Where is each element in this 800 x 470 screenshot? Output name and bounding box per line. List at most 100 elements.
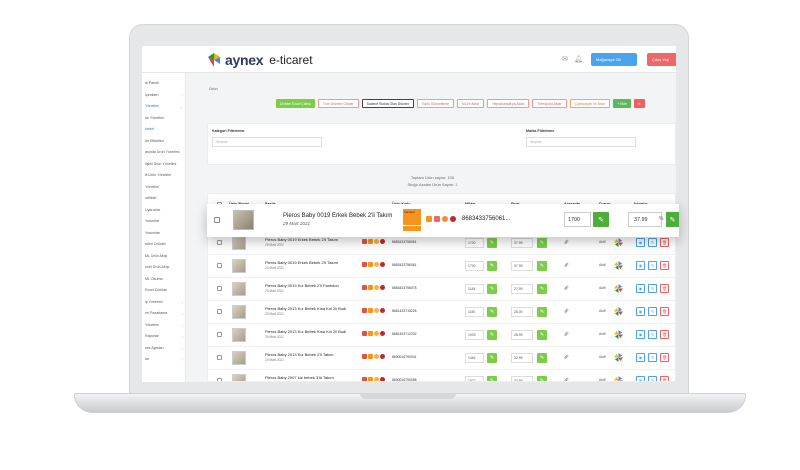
pinwheel-icon[interactable] bbox=[614, 261, 623, 270]
save-price-button[interactable]: ✎ bbox=[537, 238, 547, 248]
sidebar-item[interactable]: İçerikleri › bbox=[145, 93, 185, 98]
toolbar-button[interactable]: Hepsiburada'ya Aktar bbox=[487, 99, 530, 108]
price-input[interactable]: 33.99 bbox=[511, 376, 533, 381]
highlighted-product-row[interactable]: Pieros Baby 0019 Erkek Bebek 2'li Takım … bbox=[207, 204, 679, 237]
sidebar-item[interactable]: asında Ürün Yönetimi bbox=[145, 150, 185, 154]
sidebar-item[interactable]: Yönetimi ⌄ bbox=[145, 104, 185, 109]
save-price-button[interactable]: ✎ bbox=[537, 261, 547, 271]
store-button[interactable]: Mağazaya Git bbox=[591, 53, 637, 66]
edit-button[interactable]: ✎ bbox=[648, 330, 657, 339]
edit-button[interactable]: ✎ bbox=[648, 284, 657, 293]
view-button[interactable]: ◉ bbox=[636, 353, 645, 362]
sidebar-item[interactable]: Yönetimi › bbox=[145, 323, 185, 328]
quantity-input[interactable]: 1577 bbox=[465, 376, 484, 381]
price-input[interactable]: 37.99 bbox=[628, 212, 662, 227]
sidebar-item[interactable]: Uyarıcılar bbox=[145, 208, 185, 212]
save-price-button[interactable]: ✎ bbox=[537, 353, 547, 363]
toolbar-button[interactable]: Trendyol'a Aktar bbox=[532, 99, 567, 108]
toolbar-button[interactable]: + Ekle bbox=[613, 99, 631, 108]
save-quantity-button[interactable]: ✎ bbox=[487, 353, 497, 363]
price-input[interactable]: 37.99 bbox=[511, 261, 533, 271]
sidebar-item[interactable]: ortlikler bbox=[145, 196, 185, 200]
sidebar-item[interactable]: iş Yönetimi › bbox=[145, 300, 185, 305]
quantity-input[interactable]: 1700 bbox=[564, 212, 591, 227]
save-quantity-button[interactable]: ✎ bbox=[487, 284, 497, 294]
sidebar-item[interactable]: Excel Çıktıları bbox=[145, 288, 185, 292]
sidebar-item[interactable]: Raporlar › bbox=[145, 334, 185, 339]
mail-icon[interactable]: ✉ bbox=[562, 55, 568, 63]
brand-filter-select[interactable]: Seçiniz bbox=[526, 137, 636, 147]
link-icon[interactable]: 🔗︎ bbox=[564, 332, 569, 336]
row-checkbox[interactable] bbox=[217, 332, 222, 337]
exit-button[interactable]: Çıkış Yap bbox=[647, 53, 676, 66]
save-price-button[interactable]: ✎ bbox=[537, 284, 547, 294]
link-icon[interactable]: 🔗︎ bbox=[564, 378, 569, 381]
row-checkbox[interactable] bbox=[217, 286, 222, 291]
link-icon[interactable]: 🔗︎ bbox=[564, 309, 569, 313]
link-icon[interactable]: 🔗︎ bbox=[564, 286, 569, 290]
row-checkbox[interactable] bbox=[217, 240, 222, 245]
price-input[interactable]: 27.99 bbox=[511, 284, 533, 294]
sidebar-item[interactable]: al Paneli bbox=[145, 81, 185, 85]
save-quantity-button[interactable]: ✎ bbox=[487, 261, 497, 271]
sidebar-item[interactable]: Yorumlar bbox=[145, 219, 185, 223]
quantity-input[interactable]: 1003 bbox=[465, 330, 484, 340]
view-button[interactable]: ◉ bbox=[636, 330, 645, 339]
save-quantity-button[interactable]: ✎ bbox=[487, 238, 497, 248]
toolbar-button[interactable]: Tüm Ürünleri Göster bbox=[317, 99, 359, 108]
view-button[interactable]: ◉ bbox=[636, 261, 645, 270]
sidebar-item[interactable]: lişkili Ürün Yönetimi bbox=[145, 162, 185, 166]
view-button[interactable]: ◉ bbox=[636, 284, 645, 293]
toolbar-button[interactable]: Toplu Güncelleme bbox=[416, 99, 454, 108]
pinwheel-icon[interactable] bbox=[614, 238, 623, 247]
sidebar-item[interactable]: Yönetimi bbox=[145, 185, 185, 189]
delete-button[interactable]: 🗑︎ bbox=[660, 376, 669, 381]
edit-button[interactable]: ✎ bbox=[648, 261, 657, 270]
price-input[interactable]: 28.00 bbox=[511, 307, 533, 317]
row-checkbox[interactable] bbox=[214, 217, 220, 223]
table-row[interactable]: Pieros Baby 2013 Kız Bebek Kısa Kol 2li … bbox=[208, 323, 675, 346]
save-price-button[interactable]: ✎ bbox=[666, 212, 679, 227]
delete-button[interactable]: 🗑︎ bbox=[660, 261, 669, 270]
save-price-button[interactable]: ✎ bbox=[537, 330, 547, 340]
row-checkbox[interactable] bbox=[217, 355, 222, 360]
toolbar-button[interactable]: Ürünler Excel Çıktısı bbox=[276, 99, 315, 108]
save-quantity-button[interactable]: ✎ bbox=[487, 307, 497, 317]
sidebar-item[interactable]: lar › bbox=[145, 357, 185, 362]
bell-icon[interactable]: 🔔︎ bbox=[574, 55, 583, 63]
table-row[interactable]: Pieros Baby 2007 kız bebek 3'lü Takım 19… bbox=[208, 369, 675, 381]
toolbar-button[interactable]: ✕ bbox=[633, 99, 645, 108]
view-button[interactable]: ◉ bbox=[636, 376, 645, 381]
link-icon[interactable]: 🔗︎ bbox=[564, 355, 569, 359]
logo[interactable]: aynex e-ticaret bbox=[206, 51, 313, 69]
save-price-button[interactable]: ✎ bbox=[537, 376, 547, 381]
view-button[interactable]: ◉ bbox=[636, 238, 645, 247]
pinwheel-icon[interactable] bbox=[614, 307, 623, 316]
edit-button[interactable]: ✎ bbox=[648, 307, 657, 316]
delete-button[interactable]: 🗑︎ bbox=[660, 353, 669, 362]
toolbar-button[interactable]: Çiçeksepeti'ne Aktar bbox=[569, 99, 611, 108]
sidebar-item[interactable]: rülen Ürünler bbox=[145, 242, 185, 246]
table-row[interactable]: Pieros Baby 0019 Erkek Bebek 2'li Takım … bbox=[208, 254, 675, 277]
pinwheel-icon[interactable] bbox=[614, 284, 623, 293]
save-quantity-button[interactable]: ✎ bbox=[487, 376, 497, 381]
edit-button[interactable]: ✎ bbox=[648, 353, 657, 362]
delete-button[interactable]: 🗑︎ bbox=[660, 330, 669, 339]
quantity-input[interactable]: 1700 bbox=[465, 261, 484, 271]
link-icon[interactable]: 🔗︎ bbox=[564, 263, 569, 267]
table-row[interactable]: Pieros Baby 0019 Kız Bebek 2'li Pantolon… bbox=[208, 277, 675, 300]
table-row[interactable]: Pieros Baby 2013 Kız Bebek 2'li Takım 19… bbox=[208, 346, 675, 369]
sidebar-item[interactable]: enel Ürün Akışı bbox=[145, 265, 185, 269]
toolbar-button[interactable]: Sadece Stokta Olan Ürünler bbox=[361, 99, 414, 108]
toolbar-button[interactable]: N11'e Aktar bbox=[456, 99, 485, 108]
sidebar-item[interactable]: ses Ayarları › bbox=[145, 346, 185, 351]
sidebar-item[interactable]: eri Pazarlama › bbox=[145, 311, 185, 316]
row-checkbox[interactable] bbox=[217, 263, 222, 268]
delete-button[interactable]: 🗑︎ bbox=[660, 284, 669, 293]
sidebar-item[interactable]: ün Etiketleri bbox=[145, 139, 185, 143]
pinwheel-icon[interactable] bbox=[614, 330, 623, 339]
save-quantity-button[interactable]: ✎ bbox=[593, 212, 609, 227]
table-row[interactable]: Pieros Baby 2013 Kız Bebek Kısa Kol 2li … bbox=[208, 300, 675, 323]
sidebar-item[interactable]: ün Yönetimi bbox=[145, 116, 185, 120]
category-filter-select[interactable]: Seçiniz bbox=[212, 137, 322, 147]
